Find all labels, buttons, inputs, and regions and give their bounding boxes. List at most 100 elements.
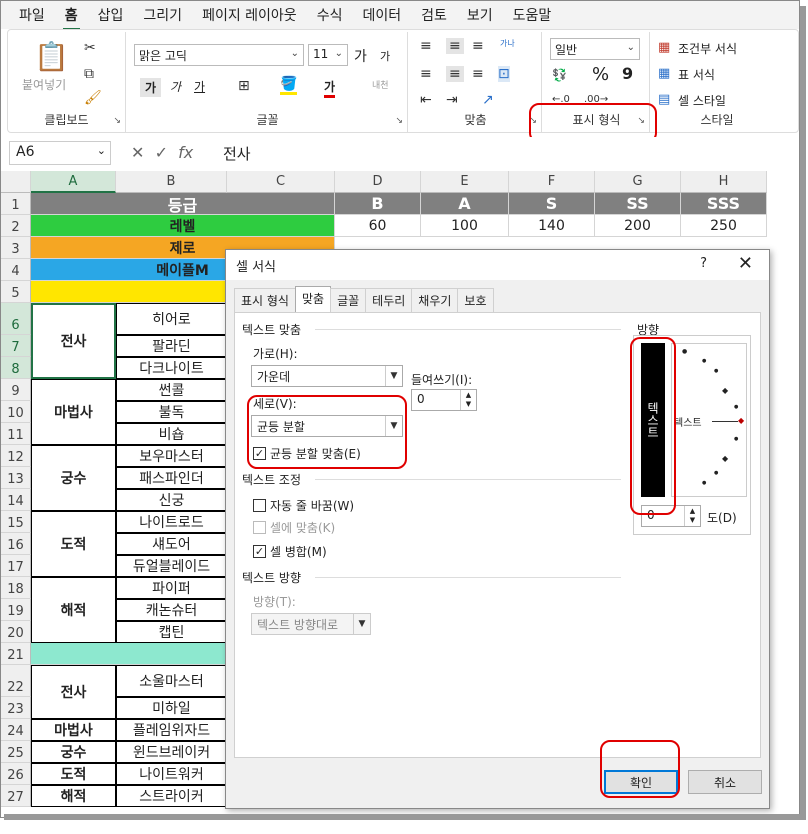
- job-cell[interactable]: 비숍: [116, 423, 227, 445]
- merge-center-icon[interactable]: ⊡: [498, 66, 510, 82]
- job-cell[interactable]: 듀얼블레이드: [116, 555, 227, 577]
- number-format-dropdown[interactable]: 일반 ⌄: [550, 38, 640, 60]
- align-bottom-icon[interactable]: ≡: [472, 38, 484, 54]
- tab-number[interactable]: 표시 형식: [234, 288, 296, 312]
- menu-draw[interactable]: 그리기: [133, 5, 192, 25]
- row-header-24[interactable]: 24: [1, 719, 31, 741]
- row-header-19[interactable]: 19: [1, 599, 31, 621]
- menu-file[interactable]: 파일: [9, 5, 55, 25]
- group-cell[interactable]: 해적: [31, 785, 116, 807]
- row-header-2[interactable]: 2: [1, 215, 31, 237]
- column-header-e[interactable]: E: [421, 171, 509, 193]
- job-cell[interactable]: 윈드브레이커: [116, 741, 227, 763]
- formula-input[interactable]: 전사: [223, 143, 251, 164]
- level-value-cell[interactable]: 250: [681, 215, 767, 237]
- paste-button[interactable]: 붙여넣기: [22, 76, 66, 93]
- shrink-font-button[interactable]: 가: [380, 48, 390, 64]
- table-format-icon[interactable]: ▦: [658, 66, 670, 81]
- tab-alignment[interactable]: 맞춤: [294, 286, 332, 312]
- align-center-icon[interactable]: ≡: [446, 66, 464, 82]
- row-header-22[interactable]: 22: [1, 665, 31, 697]
- level-value-cell[interactable]: 140: [509, 215, 595, 237]
- align-top-icon[interactable]: ≡: [420, 38, 432, 54]
- grade-cell[interactable]: A: [421, 193, 509, 215]
- row-header-15[interactable]: 15: [1, 511, 31, 533]
- grade-cell[interactable]: B: [335, 193, 421, 215]
- menu-home[interactable]: 홈: [55, 5, 88, 31]
- row-header-5[interactable]: 5: [1, 281, 31, 303]
- spin-arrows-icon[interactable]: ▲ ▼: [684, 506, 700, 526]
- align-middle-icon[interactable]: ≡: [446, 38, 464, 54]
- tab-font[interactable]: 글꼴: [330, 288, 367, 312]
- row-header-11[interactable]: 11: [1, 423, 31, 445]
- row-header-6[interactable]: 6: [1, 303, 31, 335]
- increase-indent-icon[interactable]: ⇥: [446, 92, 458, 108]
- row-header-21[interactable]: 21: [1, 643, 31, 665]
- table-format-button[interactable]: 표 서식: [678, 66, 715, 83]
- column-header-f[interactable]: F: [509, 171, 595, 193]
- enter-icon[interactable]: ✓: [155, 143, 168, 162]
- fx-icon[interactable]: fx: [178, 143, 193, 162]
- currency-icon[interactable]: 💱: [552, 68, 567, 82]
- column-header-c[interactable]: C: [227, 171, 335, 193]
- job-cell[interactable]: 파이퍼: [116, 577, 227, 599]
- group-cell[interactable]: 전사: [31, 303, 116, 379]
- tab-border[interactable]: 테두리: [365, 288, 413, 312]
- grade-title-cell[interactable]: 등급: [31, 193, 335, 215]
- shrink-to-fit-checkbox[interactable]: 셀에 맞춤(K): [253, 519, 335, 536]
- help-button[interactable]: ?: [700, 256, 707, 271]
- copy-icon[interactable]: ⧉: [84, 66, 94, 82]
- percent-button[interactable]: %: [592, 64, 609, 85]
- wrap-text-checkbox[interactable]: 자동 줄 바꿈(W): [253, 497, 354, 514]
- grade-cell[interactable]: SSS: [681, 193, 767, 215]
- group-cell[interactable]: 도적: [31, 763, 116, 785]
- menu-insert[interactable]: 삽입: [88, 5, 134, 25]
- job-cell[interactable]: 썬콜: [116, 379, 227, 401]
- grade-cell[interactable]: S: [509, 193, 595, 215]
- italic-button[interactable]: 가: [170, 78, 181, 95]
- cell-style-icon[interactable]: ▤: [658, 92, 670, 107]
- phonetic-button[interactable]: 내천: [372, 78, 389, 91]
- row-header-23[interactable]: 23: [1, 697, 31, 719]
- grade-cell[interactable]: SS: [595, 193, 681, 215]
- conditional-format-button[interactable]: 조건부 서식: [678, 40, 737, 57]
- job-cell[interactable]: 캐논슈터: [116, 599, 227, 621]
- name-box[interactable]: A6 ⌄: [9, 141, 111, 165]
- menu-review[interactable]: 검토: [411, 5, 457, 25]
- row-header-26[interactable]: 26: [1, 763, 31, 785]
- job-cell[interactable]: 미하일: [116, 697, 227, 719]
- decrease-indent-icon[interactable]: ⇤: [420, 92, 432, 108]
- job-cell[interactable]: 소울마스터: [116, 665, 227, 697]
- column-header-h[interactable]: H: [681, 171, 767, 193]
- row-header-20[interactable]: 20: [1, 621, 31, 643]
- cut-icon[interactable]: ✂: [84, 40, 96, 56]
- row-header-12[interactable]: 12: [1, 445, 31, 467]
- job-cell[interactable]: 플레임위자드: [116, 719, 227, 741]
- clipboard-launcher-icon[interactable]: ↘: [113, 116, 121, 126]
- indent-spinner[interactable]: 0 ▲ ▼: [411, 389, 477, 411]
- merge-cells-checkbox[interactable]: ✓ 셀 병합(M): [253, 543, 327, 560]
- font-size-dropdown[interactable]: 11 ⌄: [308, 44, 348, 66]
- cancel-button[interactable]: 취소: [688, 770, 762, 794]
- row-header-1[interactable]: 1: [1, 193, 31, 215]
- spin-arrows-icon[interactable]: ▲ ▼: [460, 390, 476, 410]
- orientation-dial[interactable]: ● ● ● ◆ ● 텍스트 ◆ ● ◆ ● ●: [671, 343, 747, 497]
- bold-button[interactable]: 가: [140, 78, 162, 97]
- direction-select[interactable]: 텍스트 방향대로 ▼: [251, 613, 371, 635]
- row-header-8[interactable]: 8: [1, 357, 31, 379]
- level-value-cell[interactable]: 200: [595, 215, 681, 237]
- menu-view[interactable]: 보기: [457, 5, 503, 25]
- job-cell[interactable]: 다크나이트: [116, 357, 227, 379]
- row-header-7[interactable]: 7: [1, 335, 31, 357]
- row-header-27[interactable]: 27: [1, 785, 31, 807]
- tab-protection[interactable]: 보호: [457, 288, 494, 312]
- paste-icon[interactable]: 📋: [34, 40, 69, 73]
- job-cell[interactable]: 캡틴: [116, 621, 227, 643]
- level-value-cell[interactable]: 60: [335, 215, 421, 237]
- job-cell[interactable]: 나이트로드: [116, 511, 227, 533]
- row-header-13[interactable]: 13: [1, 467, 31, 489]
- column-header-b[interactable]: B: [116, 171, 227, 193]
- orientation-icon[interactable]: ↗: [482, 92, 494, 108]
- column-header-d[interactable]: D: [335, 171, 421, 193]
- grow-font-button[interactable]: 가: [354, 46, 367, 66]
